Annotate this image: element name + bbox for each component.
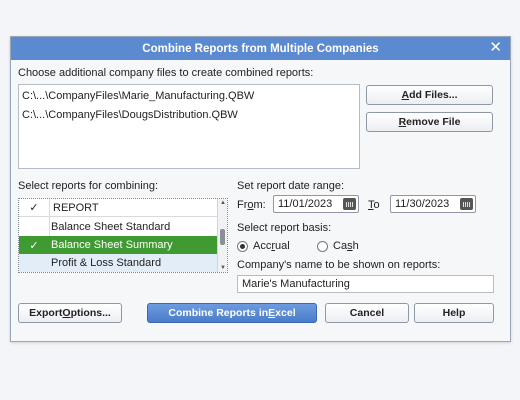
to-date-value: 11/30/2023: [395, 198, 450, 210]
accrual-label[interactable]: Accrual: [253, 240, 290, 252]
reports-label: Select reports for combining:: [18, 180, 159, 192]
file-item[interactable]: C:\...\CompanyFiles\DougsDistribution.QB…: [22, 109, 238, 121]
dialog-title: Combine Reports from Multiple Companies: [142, 42, 379, 55]
report-row[interactable]: Balance Sheet Standard: [19, 218, 217, 236]
combine-reports-dialog: Combine Reports from Multiple Companies …: [10, 36, 511, 342]
combine-reports-in-excel-button[interactable]: Combine Reports in Excel: [147, 303, 317, 323]
to-label: To: [368, 199, 380, 211]
export-options-button[interactable]: Export Options...: [18, 303, 122, 323]
report-row-label: Balance Sheet Summary: [51, 239, 173, 251]
reports-scrollbar[interactable]: ▲ ▼: [217, 199, 227, 272]
calendar-icon[interactable]: [343, 198, 356, 210]
report-basis-label: Select report basis:: [237, 222, 332, 234]
scroll-thumb[interactable]: [220, 229, 225, 245]
report-row-label: Profit & Loss Standard: [51, 257, 162, 269]
files-label: Choose additional company files to creat…: [18, 67, 314, 79]
accrual-radio[interactable]: [237, 241, 248, 252]
help-button[interactable]: Help: [414, 303, 494, 323]
cash-label[interactable]: Cash: [333, 240, 359, 252]
scroll-up-icon[interactable]: ▲: [218, 200, 227, 206]
reports-list[interactable]: ✓ REPORT Balance Sheet Standard ✓ Balanc…: [18, 198, 228, 273]
from-label: From:: [237, 199, 266, 211]
calendar-icon[interactable]: [460, 198, 473, 210]
company-name-label: Company's name to be shown on reports:: [237, 259, 441, 271]
file-item[interactable]: C:\...\CompanyFiles\Marie_Manufacturing.…: [22, 90, 254, 102]
company-name-input[interactable]: Marie's Manufacturing: [237, 275, 494, 293]
date-range-label: Set report date range:: [237, 180, 345, 192]
cash-radio[interactable]: [317, 241, 328, 252]
add-files-button[interactable]: Add Files...: [366, 85, 493, 105]
close-icon[interactable]: ✕: [489, 40, 502, 56]
reports-header-row: ✓ REPORT: [19, 199, 217, 217]
remove-file-button[interactable]: Remove File: [366, 112, 493, 132]
dialog-titlebar: Combine Reports from Multiple Companies …: [11, 37, 510, 60]
check-column-header: ✓: [29, 202, 39, 214]
report-row-label: Balance Sheet Standard: [51, 221, 171, 233]
cancel-button[interactable]: Cancel: [325, 303, 409, 323]
scroll-down-icon[interactable]: ▼: [218, 265, 227, 271]
report-row-selected[interactable]: ✓ Balance Sheet Summary: [19, 236, 217, 254]
report-row[interactable]: Profit & Loss Standard: [19, 254, 217, 272]
to-date-field[interactable]: 11/30/2023: [390, 195, 476, 213]
company-files-list[interactable]: C:\...\CompanyFiles\Marie_Manufacturing.…: [18, 84, 360, 169]
from-date-field[interactable]: 11/01/2023: [273, 195, 359, 213]
company-name-value: Marie's Manufacturing: [242, 278, 350, 290]
report-column-header: REPORT: [53, 201, 99, 214]
from-date-value: 11/01/2023: [278, 198, 333, 210]
report-checkmark[interactable]: ✓: [19, 239, 49, 252]
